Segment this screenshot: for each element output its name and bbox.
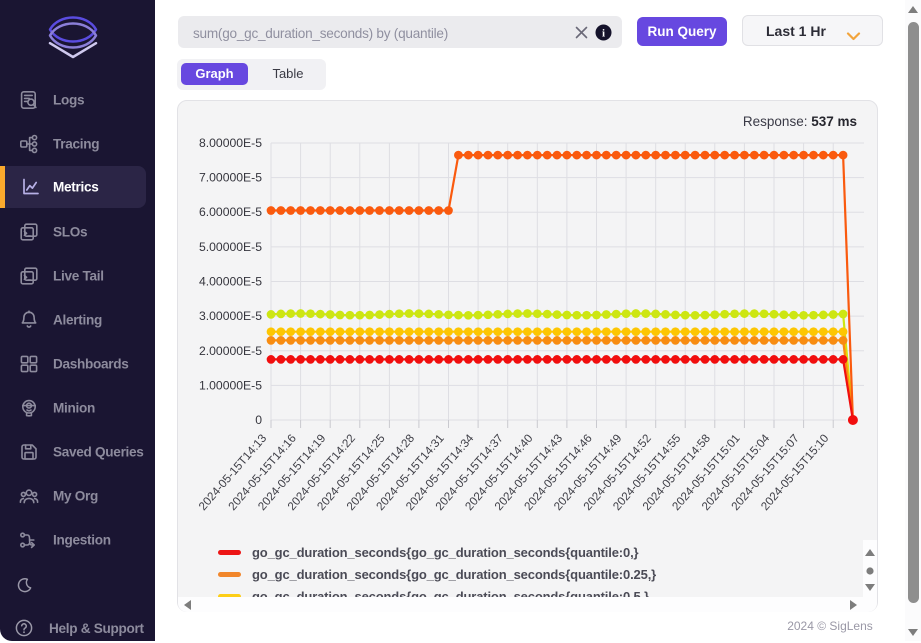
svg-text:0: 0 (255, 413, 262, 427)
svg-text:2.00000E-5: 2.00000E-5 (199, 344, 262, 358)
svg-text:5.00000E-5: 5.00000E-5 (199, 240, 262, 254)
svg-text:8.00000E-5: 8.00000E-5 (199, 136, 262, 150)
svg-text:3.00000E-5: 3.00000E-5 (199, 309, 262, 323)
svg-text:6.00000E-5: 6.00000E-5 (199, 205, 262, 219)
svg-text:i: i (602, 27, 605, 39)
svg-text:7.00000E-5: 7.00000E-5 (199, 171, 262, 185)
svg-text:1.00000E-5: 1.00000E-5 (199, 378, 262, 392)
svg-text:4.00000E-5: 4.00000E-5 (199, 275, 262, 289)
